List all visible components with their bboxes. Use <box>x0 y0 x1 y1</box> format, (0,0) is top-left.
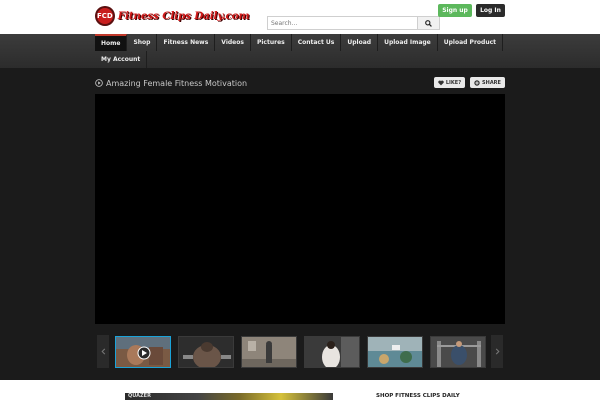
logo-badge-icon: FCD <box>95 6 115 26</box>
nav-item-videos[interactable]: Videos <box>215 34 251 51</box>
nav-item-my-account[interactable]: My Account <box>95 51 148 68</box>
play-circle-icon <box>95 79 103 87</box>
signup-button[interactable]: Sign up <box>438 4 472 17</box>
like-label: LIKE? <box>445 79 462 86</box>
shop-section-title: SHOP FITNESS CLIPS DAILY <box>376 393 460 399</box>
thumbnail-image <box>242 337 296 367</box>
login-button[interactable]: Log In <box>476 4 505 17</box>
search-button[interactable] <box>417 17 439 29</box>
plus-icon <box>474 79 480 86</box>
share-label: SHARE <box>482 79 501 86</box>
thumbnail-image <box>179 337 233 367</box>
nav-item-upload[interactable]: Upload <box>341 34 379 51</box>
video-thumbnail-4[interactable] <box>304 336 360 368</box>
like-button[interactable]: LIKE? <box>434 77 465 88</box>
thumbs-prev-button[interactable] <box>97 335 109 368</box>
site-logo[interactable]: FCD Fitness Clips Daily.com <box>95 5 250 27</box>
logo-text: Fitness Clips Daily.com <box>117 10 250 22</box>
heart-icon <box>438 80 444 85</box>
thumbnail-image <box>305 337 359 367</box>
video-thumbnail-1[interactable] <box>115 336 171 368</box>
video-thumbnail-6[interactable] <box>430 336 486 368</box>
nav-row-secondary: My Account <box>95 51 148 68</box>
nav-item-pictures[interactable]: Pictures <box>251 34 292 51</box>
nav-item-shop[interactable]: Shop <box>127 34 158 51</box>
video-thumbnail-2[interactable] <box>178 336 234 368</box>
video-thumbnail-5[interactable] <box>367 336 423 368</box>
search-form <box>267 16 440 30</box>
ad-banner-text: QUAZER <box>128 393 151 399</box>
chevron-right-icon <box>495 348 500 355</box>
main-nav: Home Shop Fitness News Videos Pictures C… <box>0 34 600 68</box>
thumbs-next-button[interactable] <box>491 335 503 368</box>
thumbnail-image <box>116 337 170 367</box>
chevron-left-icon <box>100 348 105 355</box>
nav-item-contact-us[interactable]: Contact Us <box>292 34 342 51</box>
video-title: Amazing Female Fitness Motivation <box>106 78 248 88</box>
search-icon <box>425 19 432 27</box>
thumbnail-image <box>431 337 485 367</box>
thumbnail-image <box>368 337 422 367</box>
nav-item-home[interactable]: Home <box>95 34 128 51</box>
video-thumbnail-3[interactable] <box>241 336 297 368</box>
nav-item-upload-product[interactable]: Upload Product <box>438 34 504 51</box>
logo-badge-text: FCD <box>97 12 113 20</box>
nav-item-fitness-news[interactable]: Fitness News <box>157 34 216 51</box>
video-player[interactable] <box>95 94 505 324</box>
share-button[interactable]: SHARE <box>470 77 505 88</box>
search-input[interactable] <box>268 17 417 29</box>
nav-row-primary: Home Shop Fitness News Videos Pictures C… <box>95 34 504 51</box>
nav-item-upload-image[interactable]: Upload Image <box>378 34 438 51</box>
ad-banner[interactable] <box>125 393 333 400</box>
